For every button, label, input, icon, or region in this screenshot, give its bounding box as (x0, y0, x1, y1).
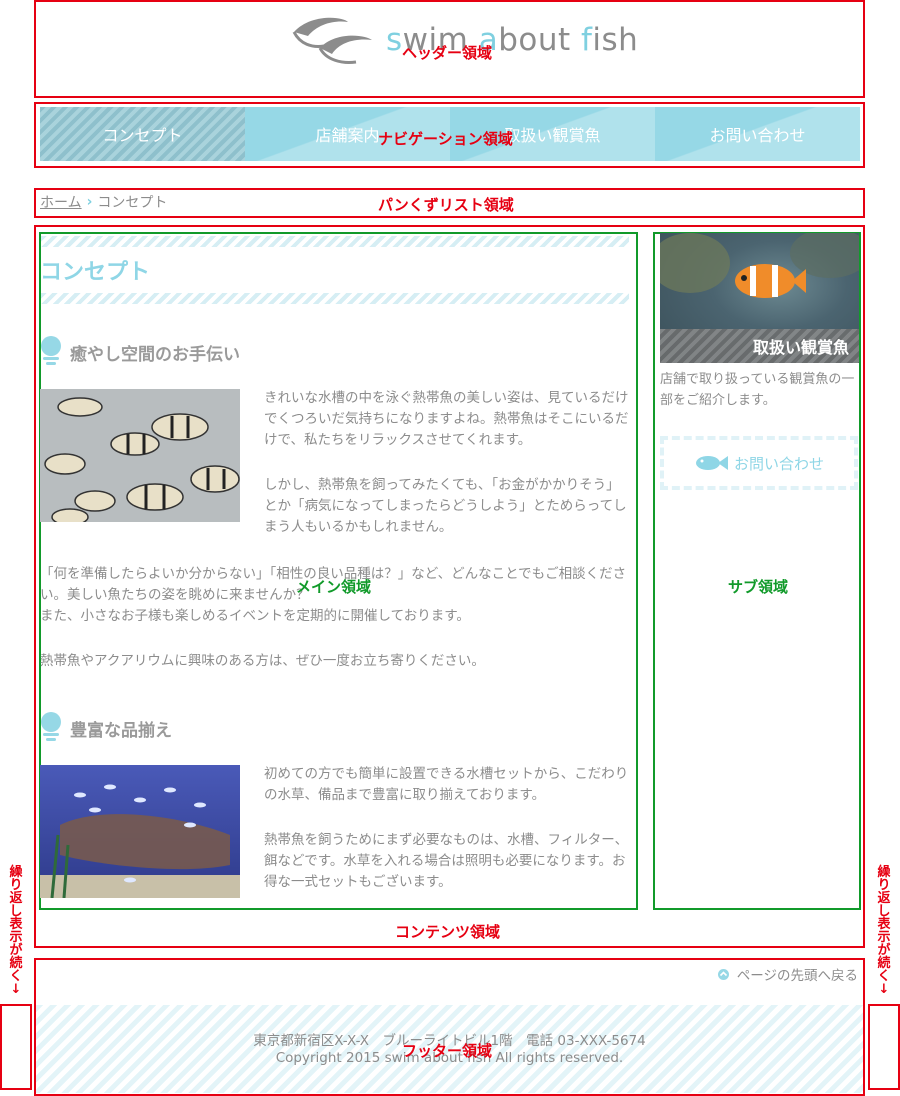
nav-region-label: ナビゲーション領域 (378, 130, 513, 148)
section-heading: 癒やし空間のお手伝い (40, 336, 240, 368)
fish-banner-caption[interactable]: 取扱い観賞魚 (660, 329, 859, 363)
page-title: コンセプト (40, 260, 151, 285)
arrow-up-icon (717, 968, 729, 980)
section-paragraph: 熱帯魚やアクアリウムに興味のある方は、ぜひ一度お立ち寄りください。 (40, 653, 485, 669)
repeat-note-right: 繰り返し表示が続く↓ (877, 865, 891, 997)
chevron-right-icon: › (86, 194, 93, 210)
tiger-barb-photo (40, 389, 240, 522)
main-region-label: メイン領域 (296, 578, 372, 596)
section-paragraph: また、小さなお子様も楽しめるイベントを定期的に開催しております。 (40, 608, 470, 624)
side-description: 店舗で取り扱っている観賞魚の一部をご紹介します。 (660, 372, 855, 408)
repeat-box-right (868, 1004, 900, 1090)
breadcrumb: ホーム › コンセプト (40, 192, 167, 212)
nav-item-label: 店舗案内 (315, 126, 380, 145)
section-paragraph: しかし、熱帯魚を飼ってみたくても、「お金がかかりそう」とか「病気になってしまった… (264, 477, 627, 535)
section-paragraph: きれいな水槽の中を泳ぐ熱帯魚の美しい姿は、見ているだけでくつろいだ気持ちになりま… (264, 390, 629, 448)
fish-logo-icon (292, 17, 372, 64)
contact-button-label: お問い合わせ (733, 454, 824, 473)
header-region-label: ヘッダー領域 (402, 44, 493, 62)
pagetop-label: ページの先頭へ戻る (736, 968, 858, 984)
footer-region-label: フッター領域 (402, 1042, 493, 1060)
nav-item-label: コンセプト (102, 126, 183, 145)
pagetop-link[interactable]: ページの先頭へ戻る (717, 964, 858, 984)
title-stripe-top (41, 236, 629, 247)
repeat-note-left: 繰り返し表示が続く↓ (9, 865, 23, 997)
aquarium-photo (40, 765, 240, 898)
section-paragraph: 熱帯魚を飼うためにまず必要なものは、水槽、フィルター、餌などです。水草を入れる場… (264, 832, 629, 890)
nav-item-concept[interactable]: コンセプト (40, 107, 246, 161)
breadcrumb-region-label: パンくずリスト領域 (378, 196, 514, 214)
repeat-box-left (0, 1004, 32, 1090)
bubble-icon (40, 336, 62, 368)
breadcrumb-current: コンセプト (97, 195, 168, 211)
contact-button[interactable]: お問い合わせ (660, 436, 858, 490)
side-region-label: サブ領域 (728, 578, 789, 596)
section-heading: 豊富な品揃え (40, 712, 172, 744)
title-stripe-bottom (41, 293, 629, 304)
contents-region-label: コンテンツ領域 (395, 923, 501, 941)
breadcrumb-home-link[interactable]: ホーム (40, 192, 82, 212)
section-paragraph: 初めての方でも簡単に設置できる水槽セットから、こだわりの水草、備品まで豊富に取り… (264, 766, 629, 803)
bubble-icon (40, 712, 62, 744)
nav-item-contact[interactable]: お問い合わせ (655, 107, 860, 161)
fish-icon (695, 456, 728, 470)
nav-item-label: 取扱い観賞魚 (504, 126, 601, 145)
nav-item-label: お問い合わせ (709, 126, 806, 145)
